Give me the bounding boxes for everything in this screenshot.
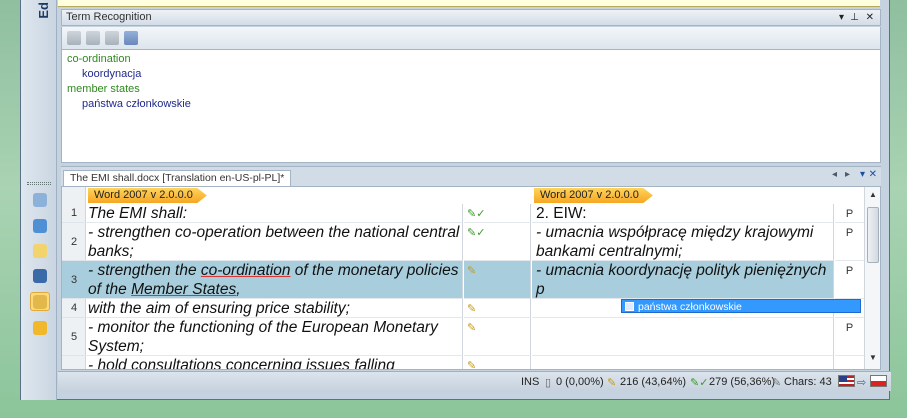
tab-close-icon[interactable]: ✕ (869, 169, 877, 180)
segment-status-cell: ✎ (464, 261, 531, 299)
term-recognition-header: Term Recognition ▾ ⊥ ✕ (61, 9, 881, 26)
insert-mode[interactable]: INS (521, 376, 539, 388)
source-segment[interactable]: The EMI shall: (86, 204, 463, 223)
segment-status-cell: ✎✓ (464, 223, 531, 261)
language-arrow-icon: ⇨ (857, 377, 867, 389)
status-bar: INS ▯ 0 (0,00%) ✎ 216 (43,64%) ✎✓ 279 (5… (58, 371, 891, 391)
segment-row[interactable]: 2 - strengthen co-operation between the … (62, 223, 864, 261)
panel-pin-icon[interactable]: ⊥ (850, 10, 859, 25)
panel-close-icon[interactable]: ✕ (866, 10, 874, 25)
draft-count: 216 (43,64%) (620, 376, 687, 388)
app-window: Ed Term Recognition ▾ ⊥ ✕ co-ordination … (20, 0, 891, 400)
nav-editor-icon[interactable] (30, 266, 50, 285)
segment-number: 2 (62, 223, 86, 261)
scroll-up-icon[interactable]: ▲ (869, 190, 877, 199)
nav-grip[interactable] (27, 182, 51, 185)
draft-status-icon: ✎ (467, 360, 477, 370)
term-add-icon[interactable] (67, 31, 81, 45)
document-icon: ▯ (545, 377, 552, 389)
segment-number: 4 (62, 299, 86, 318)
segment-origin: P (835, 204, 864, 223)
target-segment-editor[interactable]: - umacnia koordynację polityk pieniężnyc… (532, 261, 834, 299)
top-panel-edge (58, 0, 880, 7)
autosuggest-item[interactable]: państwa członkowskie (621, 299, 861, 313)
segment-row[interactable]: 5 - monitor the functioning of the Europ… (62, 318, 864, 356)
segment-status-cell: ✎ (464, 356, 531, 370)
source-text: , (236, 281, 241, 298)
termbase-icon[interactable] (124, 31, 138, 45)
source-text: - strengthen the (88, 262, 201, 279)
term-recognition-title: Term Recognition (66, 11, 152, 23)
navigation-pane: Ed (21, 0, 57, 400)
segment-number: 3 (62, 261, 86, 299)
segment-status-cell: ✎ (464, 318, 531, 356)
source-segment[interactable]: - hold consultations concerning issues f… (86, 356, 463, 369)
target-document-label: Word 2007 v 2.0.0.0 (534, 188, 653, 203)
recognized-term[interactable]: Member States (131, 281, 236, 298)
chars-icon: ✎ (772, 377, 782, 389)
segment-row[interactable]: - hold consultations concerning issues f… (62, 356, 864, 370)
scroll-thumb[interactable] (867, 207, 879, 263)
segment-origin: P (835, 318, 864, 356)
segment-number: 5 (62, 318, 86, 356)
pl-flag-icon (870, 375, 887, 387)
term-target[interactable]: koordynacja (82, 68, 141, 80)
source-segment[interactable]: with the aim of ensuring price stability… (86, 299, 463, 318)
term-source[interactable]: member states (67, 83, 140, 95)
tab-menu-icon[interactable]: ▾ (860, 169, 865, 180)
source-segment[interactable]: - strengthen co-operation between the na… (86, 223, 463, 261)
source-segment[interactable]: - strengthen the co-ordination of the mo… (86, 261, 463, 299)
tab-document[interactable]: The EMI shall.docx [Translation en-US-pl… (63, 170, 292, 187)
target-segment[interactable]: 2. EIW: (532, 204, 834, 223)
panel-menu-icon[interactable]: ▾ (839, 10, 844, 25)
source-document-label: Word 2007 v 2.0.0.0 (88, 188, 207, 203)
chars-count: Chars: 43 (784, 376, 832, 388)
scroll-down-icon[interactable]: ▼ (869, 353, 877, 362)
segment-origin: P (835, 223, 864, 261)
source-segment[interactable]: - monitor the functioning of the Europea… (86, 318, 463, 356)
segment-number (62, 356, 86, 369)
segment-status-cell: ✎✓ (464, 204, 531, 223)
translated-icon: ✎✓ (690, 377, 709, 389)
term-edit-icon[interactable] (86, 31, 100, 45)
draft-status-icon: ✎ (467, 322, 477, 334)
segment-origin: P (835, 261, 864, 299)
segment-row[interactable]: 1 The EMI shall: ✎✓ 2. EIW: P (62, 204, 864, 223)
nav-files-icon[interactable] (30, 216, 50, 235)
segment-status-cell: ✎ (464, 299, 531, 318)
term-target[interactable]: państwa członkowskie (82, 98, 191, 110)
nav-reports-icon[interactable] (30, 241, 50, 260)
translated-status-icon: ✎✓ (467, 208, 486, 220)
target-segment[interactable] (532, 318, 834, 356)
tab-next-icon[interactable]: ▸ (845, 169, 850, 180)
segment-number: 1 (62, 204, 86, 223)
recognized-term[interactable]: co-ordination (201, 262, 291, 279)
document-tab-bar: The EMI shall.docx [Translation en-US-pl… (61, 166, 881, 187)
us-flag-icon (838, 375, 855, 387)
translation-grid: Word 2007 v 2.0.0.0 Word 2007 v 2.0.0.0 … (61, 186, 881, 370)
translated-count: 279 (56,36%) (709, 376, 776, 388)
draft-icon: ✎ (607, 377, 617, 389)
pane-edge-label: Ed (36, 2, 51, 19)
autosuggest-label: państwa członkowskie (638, 301, 742, 313)
unconfirmed-count: 0 (0,00%) (556, 376, 604, 388)
draft-status-icon: ✎ (467, 265, 477, 277)
termbase-entry-icon (625, 302, 634, 311)
translated-status-icon: ✎✓ (467, 227, 486, 239)
target-segment[interactable] (532, 356, 834, 369)
segment-row-active[interactable]: 3 - strengthen the co-ordination of the … (62, 261, 864, 299)
term-source[interactable]: co-ordination (67, 53, 131, 65)
tab-prev-icon[interactable]: ◂ (832, 169, 837, 180)
nav-tm-icon[interactable] (30, 318, 50, 337)
nav-home-icon[interactable] (30, 190, 50, 209)
term-recognition-toolbar (61, 27, 881, 49)
segment-origin (835, 356, 864, 369)
nav-translation-icon[interactable] (30, 292, 50, 311)
draft-status-icon: ✎ (467, 303, 477, 315)
target-segment[interactable]: - umacnia współpracę między krajowymi ba… (532, 223, 834, 261)
term-search-icon[interactable] (105, 31, 119, 45)
vertical-scrollbar[interactable]: ▲ ▼ (864, 187, 880, 369)
term-recognition-list: co-ordination koordynacja member states … (61, 49, 881, 163)
